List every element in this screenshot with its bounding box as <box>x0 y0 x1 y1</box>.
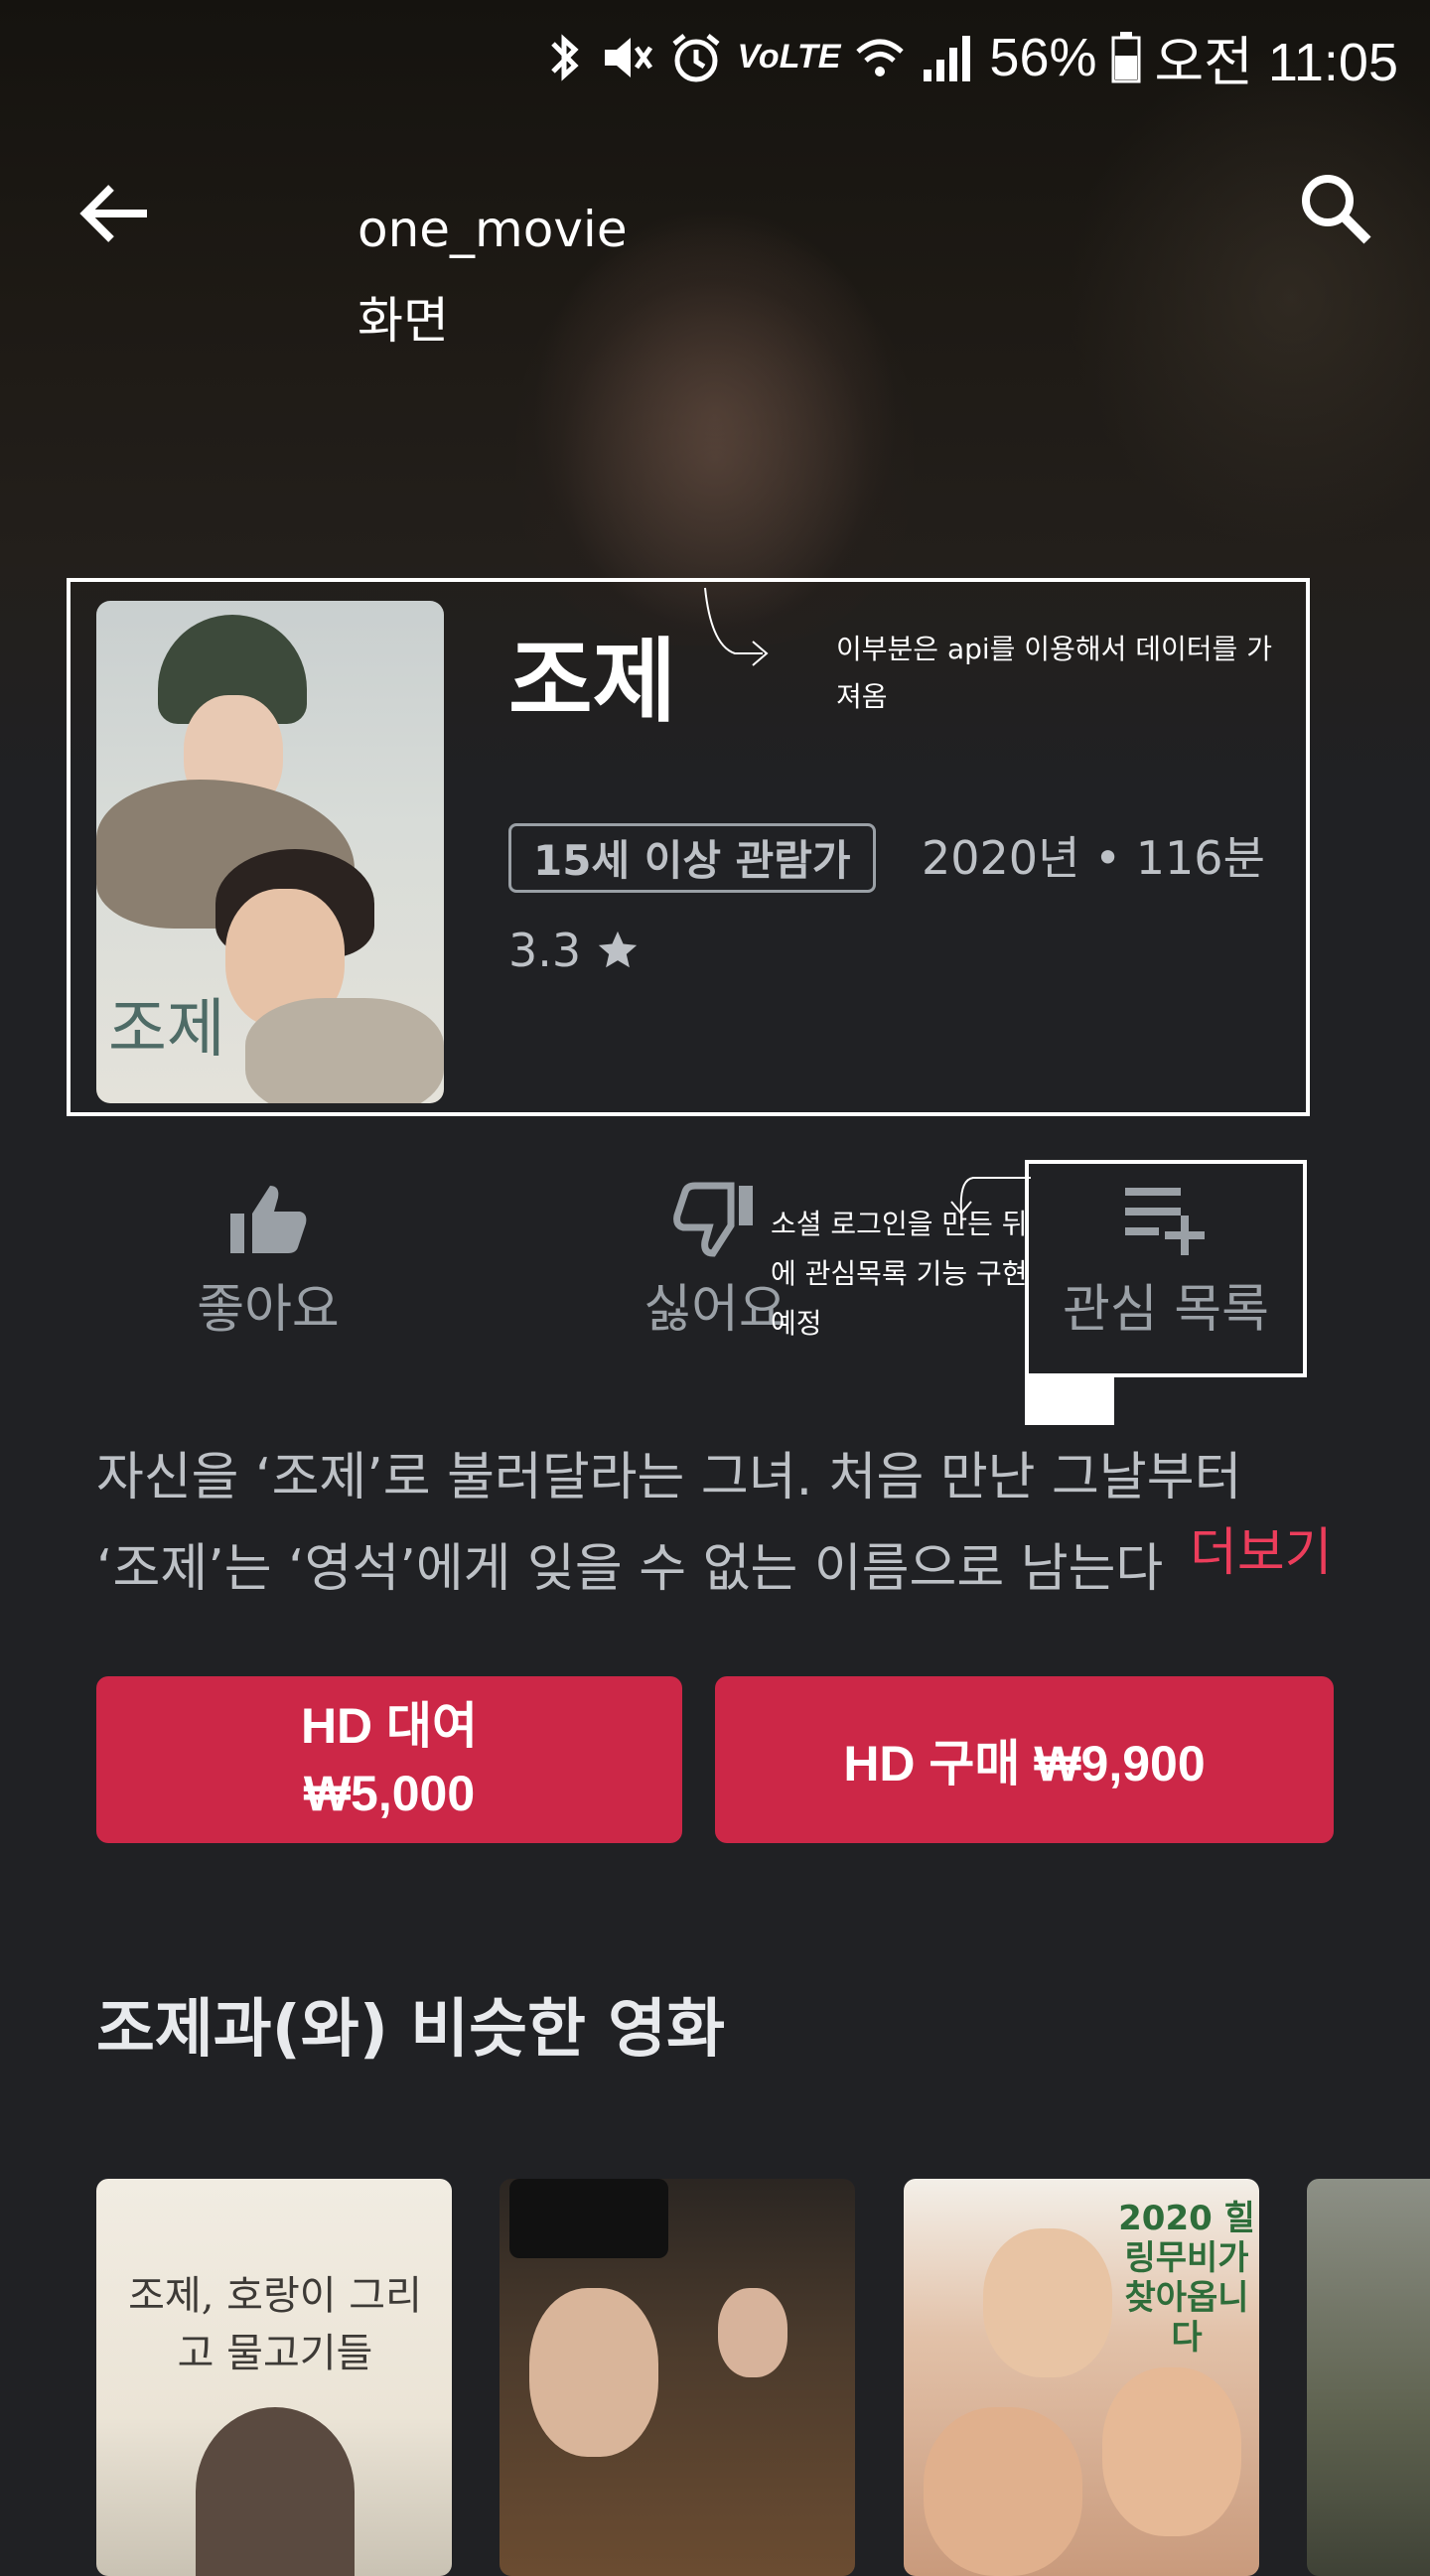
synopsis-line-1: 자신을 ‘조제’로 불러달라는 그녀. 처음 만난 그날부터 <box>96 1448 1242 1507</box>
annotation-arrow <box>704 587 769 666</box>
wishlist-button[interactable]: 관심 목록 <box>1029 1182 1303 1342</box>
status-bar: VoLTE 56% 오전 11:05 <box>0 0 1430 99</box>
similar-movie-card[interactable]: 조제, 호랑이 그리고 물고기들 <box>96 2179 452 2576</box>
movie-poster: 조제 <box>96 601 444 1103</box>
synopsis: 자신을 ‘조제’로 불러달라는 그녀. 처음 만난 그날부터 ‘조제’는 ‘영석… <box>96 1432 1338 1615</box>
like-label: 좋아요 <box>197 1280 340 1340</box>
signal-icon <box>924 35 971 81</box>
similar-movie-card[interactable] <box>500 2179 855 2576</box>
more-link[interactable]: 더보기 <box>1184 1517 1333 1589</box>
search-button[interactable] <box>1281 154 1390 263</box>
poster-title-text: 조제 <box>108 993 225 1067</box>
playlist-add-icon <box>1125 1188 1205 1255</box>
age-rating-badge: 15세 이상 관람가 <box>508 823 876 893</box>
similar-poster-text: 2020 힐링무비가 찾아옵니다 <box>1118 2199 1255 2358</box>
similar-section-title: 조제과(와) 비슷한 영화 <box>96 1993 725 2067</box>
movie-title: 조제 <box>508 629 677 735</box>
buy-hd-button[interactable]: HD 구매 ₩9,900 <box>715 1676 1334 1843</box>
bluetooth-icon <box>550 33 579 81</box>
mute-icon <box>604 37 652 77</box>
search-icon <box>1302 175 1371 244</box>
release-year-runtime: 2020년 • 116분 <box>922 831 1265 885</box>
annotation-arrow-2 <box>950 1177 1031 1216</box>
app-bar-title: one_movie화면 <box>358 201 628 350</box>
rent-price: ₩5,000 <box>303 1766 476 1821</box>
similar-movie-card[interactable]: 2020 힐링무비가 찾아옵니다 <box>904 2179 1259 2576</box>
status-time: 오전 11:05 <box>1154 33 1399 92</box>
rent-label: HD 대여 <box>300 1698 479 1754</box>
annotation-marker <box>1025 1377 1114 1425</box>
thumb-down-icon <box>673 1182 753 1257</box>
similar-movie-card[interactable] <box>1307 2179 1430 2576</box>
status-icons: VoLTE 56% 오전 11:05 <box>545 18 1398 96</box>
battery-percent: 56% <box>989 27 1097 87</box>
star-icon <box>598 930 638 968</box>
thumb-up-icon <box>230 1186 307 1253</box>
similar-poster-text: 조제, 호랑이 그리고 물고기들 <box>128 2273 422 2376</box>
wishlist-label: 관심 목록 <box>1063 1280 1269 1340</box>
like-button[interactable]: 좋아요 <box>149 1182 387 1342</box>
social-login-annotation: 소셜 로그인을 만든 뒤에 관심목록 기능 구현 예정 <box>771 1208 1028 1340</box>
back-button[interactable] <box>60 159 169 268</box>
rent-hd-button[interactable]: HD 대여 ₩5,000 <box>96 1676 682 1843</box>
buy-label: HD 구매 ₩9,900 <box>843 1736 1206 1791</box>
score-value: 3.3 <box>508 924 582 977</box>
alarm-icon <box>671 33 720 81</box>
volte-indicator: VoLTE <box>737 38 841 75</box>
battery-icon <box>1111 31 1140 82</box>
api-annotation: 이부분은 api를 이용해서 데이터를 가져옴 <box>836 633 1272 713</box>
wifi-icon <box>856 39 905 76</box>
score: 3.3 <box>508 916 641 985</box>
arrow-back-icon <box>79 185 147 242</box>
synopsis-line-2: ‘조제’는 ‘영석’에게 잊을 수 없는 이름으로 남는다 <box>96 1539 1164 1599</box>
